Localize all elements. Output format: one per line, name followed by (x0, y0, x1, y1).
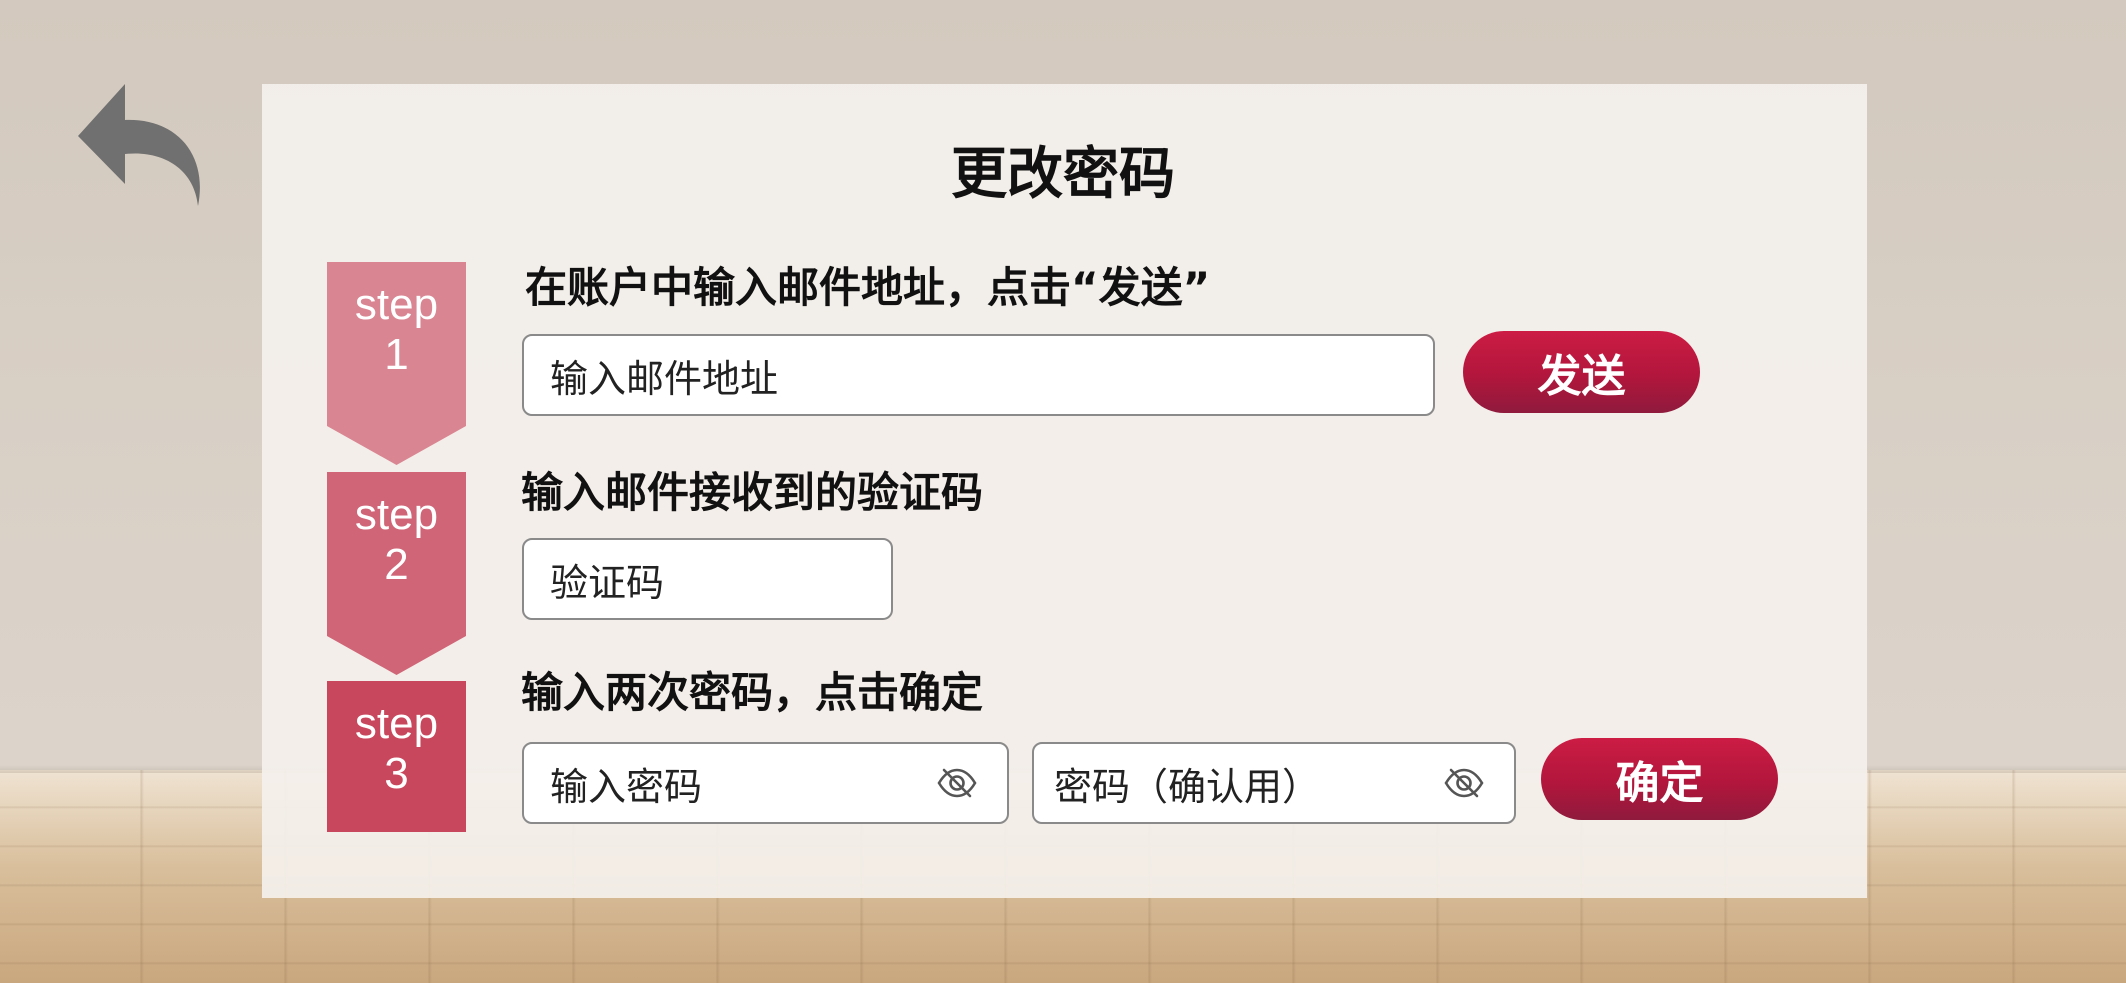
password-placeholder: 输入密码 (550, 764, 703, 809)
verification-code-input[interactable]: 验证码 (522, 538, 893, 620)
app-screen: 更改密码 step 1 step 2 step 3 在账户中输入邮件地址，点击“… (0, 0, 2126, 983)
step-2-instruction: 输入邮件接收到的验证码 (521, 468, 984, 517)
step-1-badge: step 1 (327, 262, 466, 465)
send-button[interactable]: 发送 (1463, 331, 1700, 413)
step-2-badge: step 2 (327, 472, 466, 675)
code-placeholder: 验证码 (550, 560, 665, 605)
send-button-label: 发送 (1537, 351, 1626, 402)
email-input[interactable]: 输入邮件地址 (522, 334, 1435, 416)
step-3-instruction: 输入两次密码，点击确定 (521, 668, 984, 717)
step-3-word: step (354, 699, 439, 748)
step-1-word: step (354, 280, 439, 329)
step-1-number: 1 (384, 330, 409, 379)
eye-off-icon[interactable] (935, 761, 979, 805)
email-placeholder: 输入邮件地址 (550, 356, 779, 401)
confirm-button[interactable]: 确定 (1541, 738, 1778, 820)
confirm-password-input[interactable]: 密码（确认用） (1032, 742, 1516, 824)
step-3-number: 3 (384, 749, 409, 798)
step-3-badge: step 3 (327, 681, 466, 832)
password-input[interactable]: 输入密码 (522, 742, 1009, 824)
step-2-number: 2 (384, 540, 409, 589)
confirm-button-label: 确定 (1615, 758, 1704, 809)
eye-off-icon[interactable] (1442, 761, 1486, 805)
step-2-word: step (354, 490, 439, 539)
confirm-password-placeholder: 密码（确认用） (1054, 764, 1321, 809)
step-1-instruction: 在账户中输入邮件地址，点击“发送” (525, 263, 1211, 312)
page-title: 更改密码 (951, 142, 1175, 207)
